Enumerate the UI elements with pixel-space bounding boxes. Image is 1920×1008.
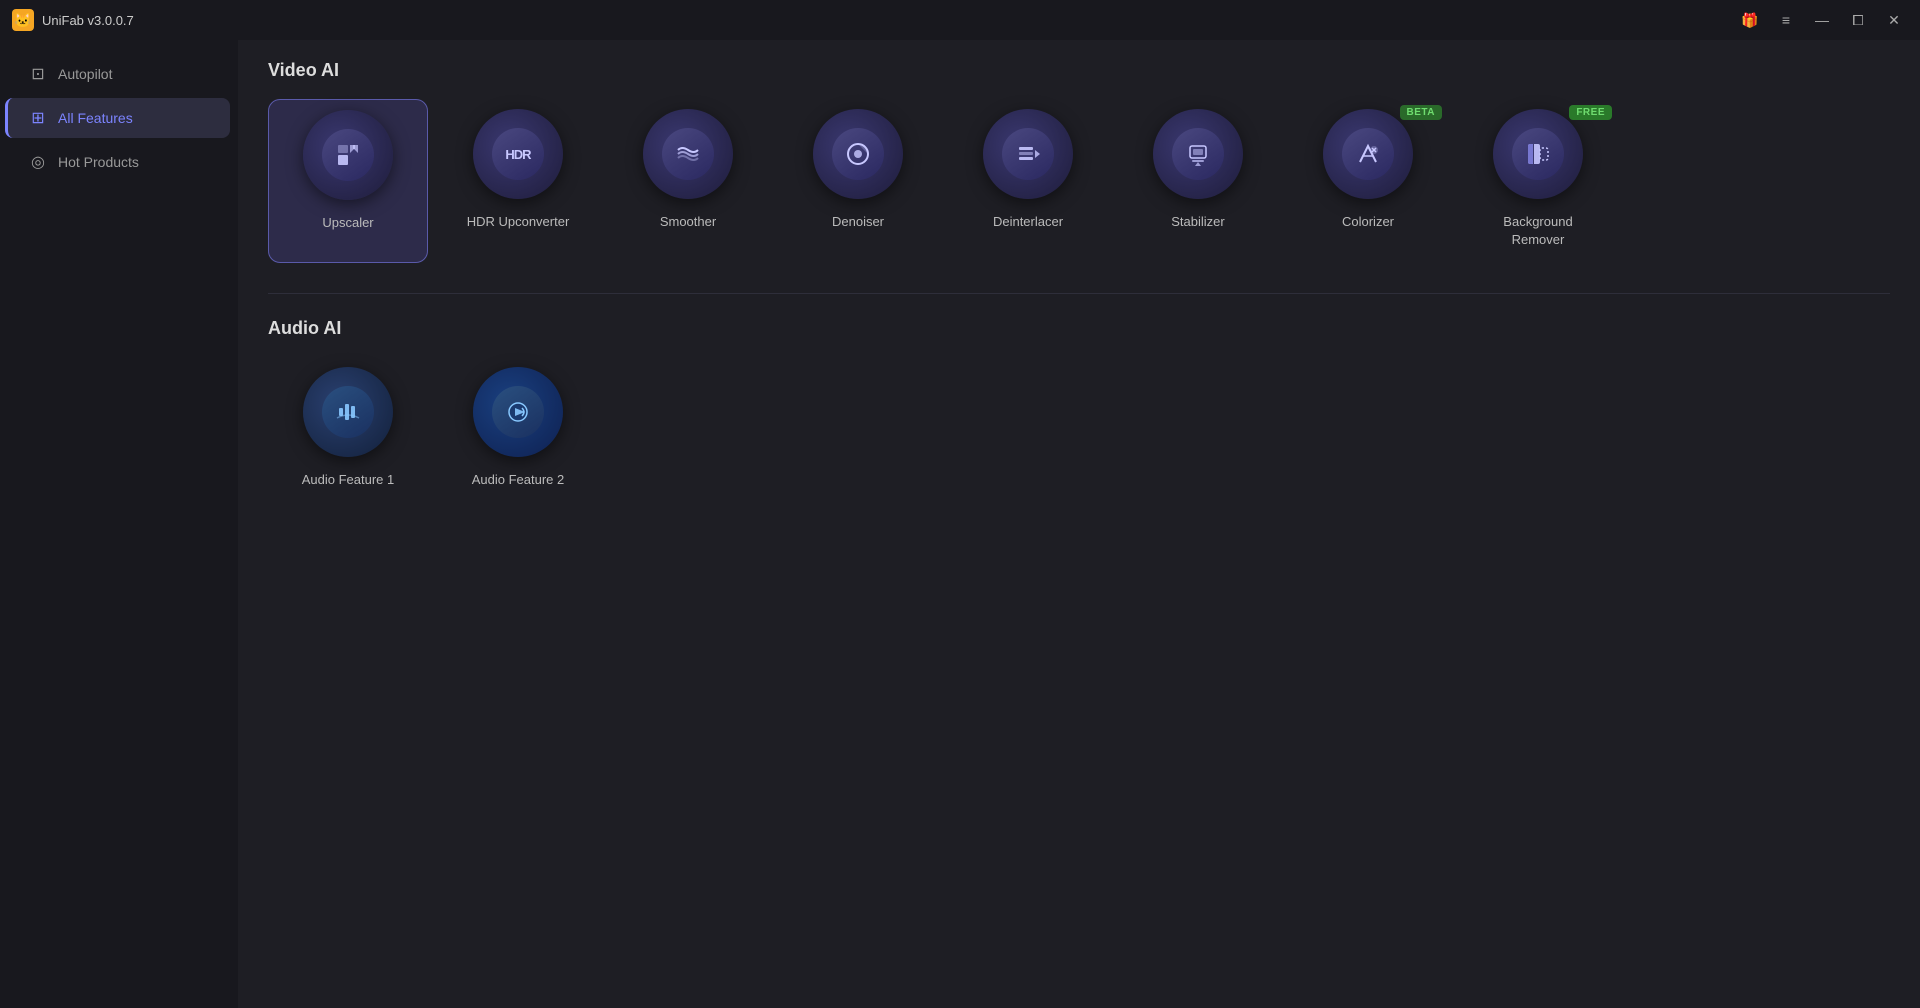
feature-card-deinterlacer[interactable]: Deinterlacer — [948, 99, 1108, 263]
deinterlacer-icon — [1002, 128, 1054, 180]
denoiser-label: Denoiser — [832, 213, 884, 231]
audio2-icon — [492, 386, 544, 438]
audio2-icon-wrap — [473, 367, 563, 457]
hot-products-icon: ◎ — [28, 152, 48, 172]
smoother-icon-wrap — [643, 109, 733, 199]
upscaler-icon-wrap — [303, 110, 393, 200]
audio2-label: Audio Feature 2 — [472, 471, 565, 489]
audio-ai-section: Audio AI Audio Fe — [268, 318, 1890, 503]
upscaler-label: Upscaler — [322, 214, 373, 232]
audio1-label: Audio Feature 1 — [302, 471, 395, 489]
colorizer-icon-wrap — [1323, 109, 1413, 199]
gift-button[interactable]: 🎁 — [1736, 6, 1764, 34]
video-ai-section: Video AI Upscaler — [268, 60, 1890, 263]
content-area: Video AI Upscaler — [238, 40, 1920, 1008]
app-title: UniFab v3.0.0.7 — [42, 13, 134, 28]
autopilot-icon: ⊡ — [28, 64, 48, 84]
all-features-icon: ⊞ — [28, 108, 48, 128]
upscaler-icon — [322, 129, 374, 181]
sidebar-item-hot-products[interactable]: ◎ Hot Products — [8, 142, 230, 182]
colorizer-label: Colorizer — [1342, 213, 1394, 231]
menu-button[interactable]: ≡ — [1772, 6, 1800, 34]
feature-card-hdr[interactable]: HDR HDR Upconverter — [438, 99, 598, 263]
hdr-icon-wrap: HDR — [473, 109, 563, 199]
denoiser-icon — [832, 128, 884, 180]
smoother-icon — [662, 128, 714, 180]
denoiser-icon-wrap — [813, 109, 903, 199]
main-layout: ⊡ Autopilot ⊞ All Features ◎ Hot Product… — [0, 40, 1920, 1008]
colorizer-icon — [1342, 128, 1394, 180]
feature-card-upscaler[interactable]: Upscaler — [268, 99, 428, 263]
sidebar: ⊡ Autopilot ⊞ All Features ◎ Hot Product… — [0, 40, 238, 1008]
sidebar-item-autopilot[interactable]: ⊡ Autopilot — [8, 54, 230, 94]
stabilizer-icon — [1172, 128, 1224, 180]
audio1-icon — [322, 386, 374, 438]
video-ai-title: Video AI — [268, 60, 1890, 81]
video-ai-grid: Upscaler HDR HDR Upconverter — [268, 99, 1890, 263]
maximize-button[interactable]: ⧠ — [1844, 6, 1872, 34]
feature-card-denoiser[interactable]: Denoiser — [778, 99, 938, 263]
feature-card-colorizer[interactable]: BETA Colorizer — [1288, 99, 1448, 263]
bg-remover-icon-wrap — [1493, 109, 1583, 199]
sidebar-item-all-features[interactable]: ⊞ All Features — [5, 98, 230, 138]
smoother-label: Smoother — [660, 213, 716, 231]
bg-remover-icon — [1512, 128, 1564, 180]
stabilizer-label: Stabilizer — [1171, 213, 1224, 231]
colorizer-badge: BETA — [1400, 105, 1442, 120]
feature-card-stabilizer[interactable]: Stabilizer — [1118, 99, 1278, 263]
close-button[interactable]: ✕ — [1880, 6, 1908, 34]
titlebar-controls: 🎁 ≡ — ⧠ ✕ — [1736, 6, 1908, 34]
bg-remover-label: BackgroundRemover — [1503, 213, 1572, 249]
minimize-button[interactable]: — — [1808, 6, 1836, 34]
feature-card-audio-1[interactable]: Audio Feature 1 — [268, 357, 428, 503]
feature-card-smoother[interactable]: Smoother — [608, 99, 768, 263]
titlebar: 🐱 UniFab v3.0.0.7 🎁 ≡ — ⧠ ✕ — [0, 0, 1920, 40]
sidebar-label-all-features: All Features — [58, 110, 133, 126]
titlebar-left: 🐱 UniFab v3.0.0.7 — [12, 9, 134, 31]
sidebar-label-hot-products: Hot Products — [58, 154, 139, 170]
deinterlacer-icon-wrap — [983, 109, 1073, 199]
app-icon: 🐱 — [12, 9, 34, 31]
feature-card-audio-2[interactable]: Audio Feature 2 — [438, 357, 598, 503]
deinterlacer-label: Deinterlacer — [993, 213, 1063, 231]
audio-ai-title: Audio AI — [268, 318, 1890, 339]
feature-card-bg-remover[interactable]: FREE BackgroundRemover — [1458, 99, 1618, 263]
hdr-icon: HDR — [492, 128, 544, 180]
sidebar-label-autopilot: Autopilot — [58, 66, 112, 82]
stabilizer-icon-wrap — [1153, 109, 1243, 199]
audio-ai-grid: Audio Feature 1 Audio Feature 2 — [268, 357, 1890, 503]
bg-remover-badge: FREE — [1569, 105, 1612, 120]
audio1-icon-wrap — [303, 367, 393, 457]
hdr-label: HDR Upconverter — [467, 213, 570, 231]
section-divider — [268, 293, 1890, 294]
